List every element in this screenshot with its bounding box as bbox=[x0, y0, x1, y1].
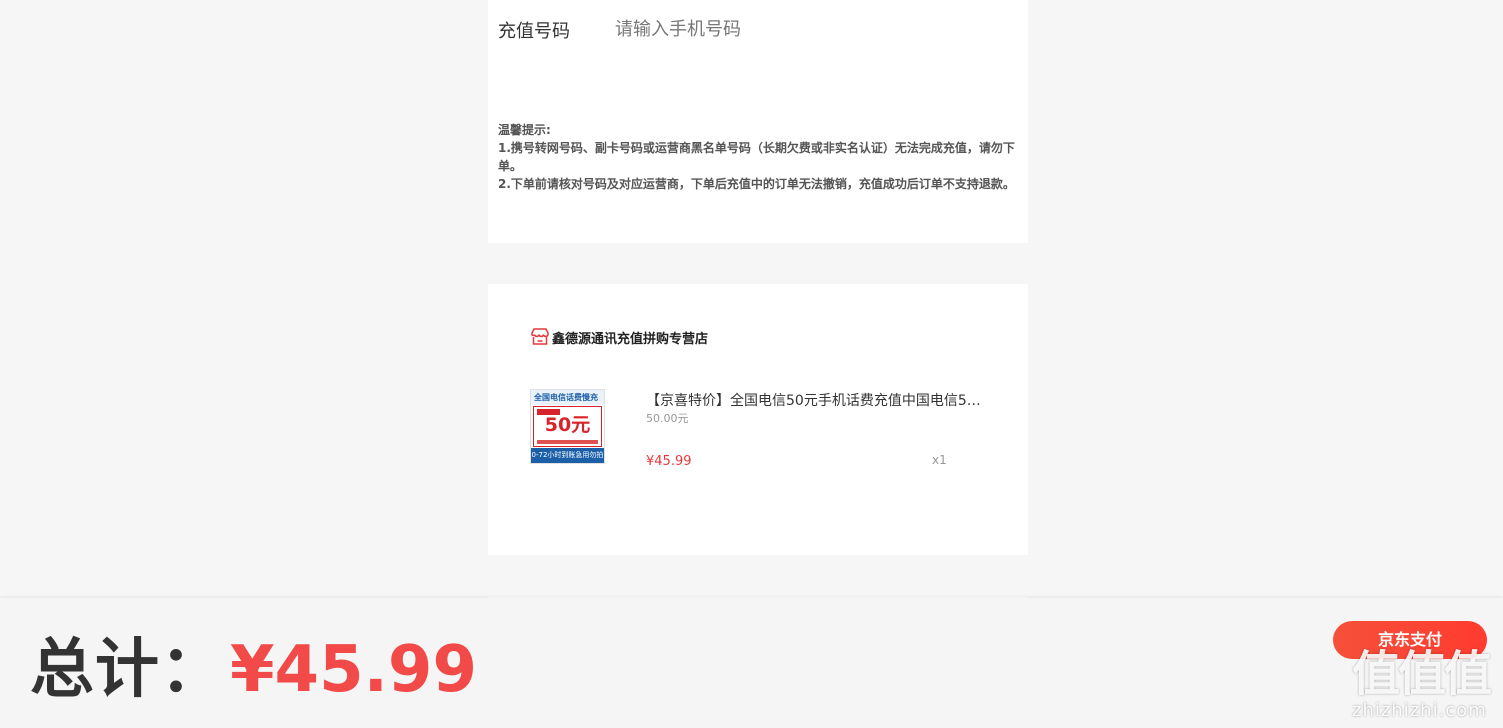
watermark-url: zhizhizhi.com bbox=[1352, 700, 1487, 721]
tips-title: 温馨提示: bbox=[498, 123, 551, 137]
product-image-card: 50元 bbox=[533, 406, 602, 447]
store-header[interactable]: 鑫德源通讯充值拼购专营店 bbox=[530, 327, 708, 347]
tips-section: 温馨提示: 1.携号转网号码、副卡号码或运营商黑名单号码（长期欠费或非实名认证）… bbox=[498, 121, 1018, 193]
product-image[interactable]: 全国电信话费慢充 50元 0-72小时到账急用勿拍 bbox=[530, 389, 605, 464]
store-icon bbox=[531, 328, 549, 345]
recharge-card: 充值号码 温馨提示: 1.携号转网号码、副卡号码或运营商黑名单号码（长期欠费或非… bbox=[488, 0, 1028, 243]
order-card: 鑫德源通讯充值拼购专营店 全国电信话费慢充 50元 0-72小时到账急用勿拍 【… bbox=[488, 284, 1028, 555]
product-image-strip bbox=[537, 440, 598, 444]
product-image-footer: 0-72小时到账急用勿拍 bbox=[531, 448, 604, 463]
store-name: 鑫德源通讯充值拼购专营店 bbox=[552, 331, 709, 347]
product-title[interactable]: 【京喜特价】全国电信50元手机话费充值中国电信50元 bbox=[646, 390, 986, 410]
product-image-value: 50元 bbox=[544, 414, 591, 436]
product-original-price: 50.00元 bbox=[646, 412, 689, 425]
total-value: ¥45.99 bbox=[230, 633, 477, 707]
checkout-bar bbox=[0, 598, 1503, 728]
product-image-header: 全国电信话费慢充 bbox=[531, 390, 604, 405]
total-label: 总计： bbox=[30, 633, 225, 707]
product-quantity: x1 bbox=[932, 453, 947, 467]
product-price: ¥45.99 bbox=[646, 454, 692, 469]
tips-item-2: 2.下单前请核对号码及对应运营商，下单后充值中的订单无法撤销，充值成功后订单不支… bbox=[498, 177, 1015, 191]
phone-number-input[interactable] bbox=[615, 14, 995, 44]
recharge-number-label: 充值号码 bbox=[498, 21, 570, 42]
watermark-logo: 值值值 bbox=[1352, 646, 1492, 702]
tips-item-1: 1.携号转网号码、副卡号码或运营商黑名单号码（长期欠费或非实名认证）无法完成充值… bbox=[498, 141, 1015, 173]
